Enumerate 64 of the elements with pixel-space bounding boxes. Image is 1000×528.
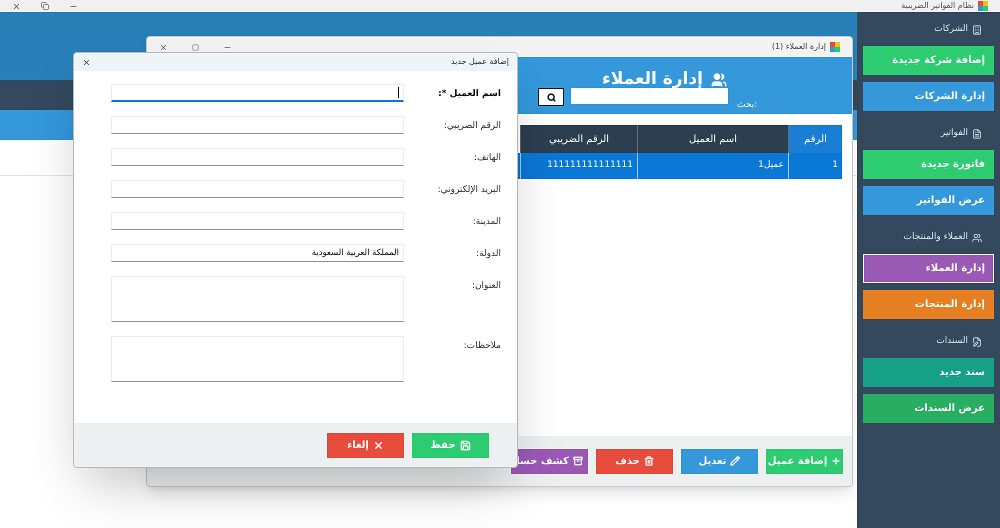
text-area[interactable]	[111, 276, 404, 322]
pencil-icon	[730, 456, 740, 466]
table-cell: 1	[788, 153, 842, 179]
field-label: البريد الإلكتروني:	[436, 184, 501, 197]
section-icon	[972, 25, 982, 35]
section-heading: الشركات	[934, 23, 968, 36]
sidebar-button[interactable]: إدارة العملاء	[863, 254, 994, 283]
maximize-icon[interactable]	[192, 44, 199, 50]
column-header[interactable]: الرقم الضريبي	[520, 125, 637, 153]
section-icon	[972, 129, 982, 139]
sidebar-button[interactable]: عرض السندات	[863, 394, 994, 423]
sidebar-button[interactable]: إدارة المنتجات	[863, 290, 994, 319]
column-header[interactable]: اسم العميل	[637, 125, 788, 153]
close-icon[interactable]	[12, 2, 21, 10]
close-icon[interactable]	[159, 42, 168, 52]
sidebar-button[interactable]: إضافة شركة جديدة	[863, 46, 994, 75]
save-icon	[460, 440, 471, 450]
close-icon	[372, 440, 384, 450]
field-label: الدولة:	[475, 248, 501, 261]
table-cell: 111111111111111	[520, 153, 637, 179]
sidebar-button[interactable]: فاتورة جديدة	[863, 150, 994, 179]
field-label: الهاتف:	[473, 152, 501, 165]
field-label: الرقم الضريبي:	[442, 120, 501, 133]
input-field[interactable]	[111, 212, 404, 230]
section-icon	[972, 337, 982, 347]
users-icon	[710, 72, 727, 88]
plus-icon	[831, 456, 842, 466]
input-field[interactable]	[111, 148, 404, 166]
restore-icon[interactable]	[41, 2, 49, 10]
section-heading: الفواتير	[940, 127, 968, 140]
field-label: ملاحظات:	[462, 340, 501, 353]
action-button[interactable]: حذف	[596, 448, 673, 474]
sidebar-button[interactable]: سند جديد	[863, 358, 994, 387]
column-header[interactable]: الرقم	[788, 125, 842, 153]
archive-icon	[572, 456, 583, 466]
field-label: المدينة:	[472, 216, 501, 229]
section-heading: العملاء والمنتجات	[904, 231, 968, 244]
text-area[interactable]	[111, 336, 404, 382]
field-label: العنوان:	[470, 280, 501, 293]
dialog-button[interactable]: حفظ	[412, 432, 489, 458]
section-heading: السندات	[936, 335, 968, 348]
input-field[interactable]: المملكة العربية السعودية	[111, 244, 404, 262]
search-label: بحث:	[737, 100, 758, 110]
action-button[interactable]: إضافة عميل	[766, 448, 843, 474]
search-icon	[546, 92, 556, 102]
input-field[interactable]	[111, 84, 404, 102]
input-field[interactable]	[111, 116, 404, 134]
dialog-title: إضافة عميل جديد	[450, 56, 509, 68]
search-button[interactable]	[538, 88, 564, 106]
app-icon	[830, 42, 840, 52]
window-title: نظام الفواتير الضريبية	[901, 0, 974, 12]
sidebar-button[interactable]: إدارة الشركات	[863, 82, 994, 111]
close-icon[interactable]	[82, 58, 91, 66]
section-icon	[972, 233, 982, 243]
app-icon	[978, 1, 988, 11]
table-cell: عميل1	[637, 153, 788, 179]
page-heading: إدارة العملاء	[602, 68, 703, 91]
trash-icon	[644, 456, 654, 466]
window-title: إدارة العملاء (1)	[772, 41, 826, 53]
action-button[interactable]: تعديل	[681, 448, 758, 474]
input-field[interactable]	[111, 180, 404, 198]
dialog-button[interactable]: إلغاء	[327, 432, 404, 458]
field-label: اسم العميل *:	[437, 88, 501, 101]
sidebar-button[interactable]: عرض الفواتير	[863, 186, 994, 215]
